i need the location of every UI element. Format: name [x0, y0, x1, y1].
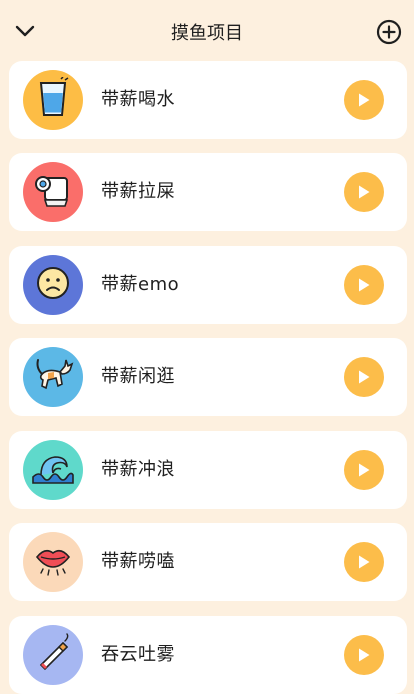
list-item-surf[interactable]: 带薪冲浪 [9, 431, 407, 509]
avatar [23, 625, 83, 685]
page-title: 摸鱼项目 [171, 23, 243, 44]
item-label: 带薪冲浪 [101, 459, 175, 480]
list-item-toilet[interactable]: 带薪拉屎 [9, 153, 407, 231]
add-circle-icon[interactable] [376, 19, 402, 45]
avatar [23, 162, 83, 222]
avatar [23, 532, 83, 592]
list-item-chat[interactable]: 带薪唠嗑 [9, 523, 407, 601]
cat-icon [32, 356, 74, 398]
lips-icon [31, 543, 75, 581]
water-glass-icon [35, 76, 71, 123]
list-item-stroll[interactable]: 带薪闲逛 [9, 338, 407, 416]
list-item-emo[interactable]: 带薪emo [9, 246, 407, 324]
avatar [23, 255, 83, 315]
top-bar: 摸鱼项目 [0, 0, 414, 62]
avatar [23, 440, 83, 500]
item-label: 带薪喝水 [101, 89, 175, 110]
play-button[interactable] [344, 450, 384, 490]
cigarette-icon [33, 633, 73, 677]
wave-icon [31, 451, 75, 489]
list-item-smoke[interactable]: 吞云吐雾 [9, 616, 407, 694]
avatar [23, 70, 83, 130]
item-label: 带薪emo [101, 274, 180, 295]
avatar [23, 347, 83, 407]
play-button[interactable] [344, 172, 384, 212]
play-button[interactable] [344, 80, 384, 120]
play-button[interactable] [344, 542, 384, 582]
sad-face-icon [35, 265, 71, 305]
play-button[interactable] [344, 357, 384, 397]
item-label: 带薪闲逛 [101, 366, 175, 387]
play-button[interactable] [344, 635, 384, 675]
toilet-paper-icon [31, 170, 75, 214]
list-item-drink-water[interactable]: 带薪喝水 [9, 61, 407, 139]
item-label: 带薪拉屎 [101, 181, 175, 202]
item-label: 吞云吐雾 [101, 644, 175, 665]
item-label: 带薪唠嗑 [101, 551, 175, 572]
play-button[interactable] [344, 265, 384, 305]
